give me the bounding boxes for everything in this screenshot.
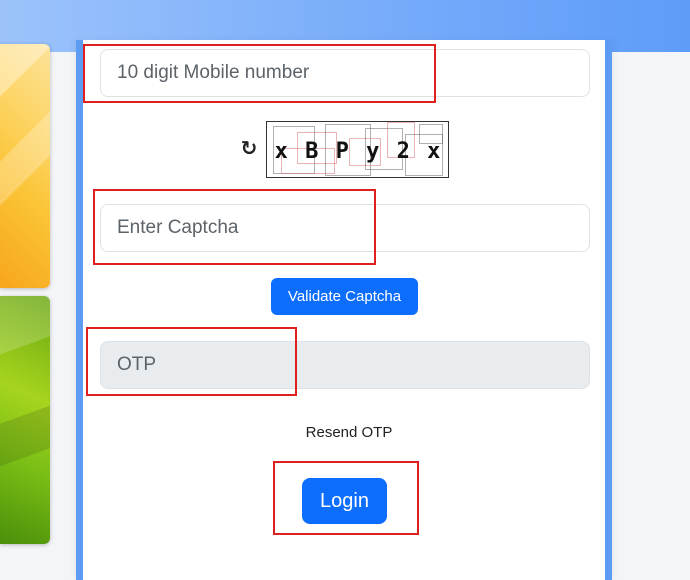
refresh-icon[interactable]: ↻	[238, 136, 260, 160]
captcha-image: x B P y 2 x	[266, 121, 449, 178]
resend-otp-link[interactable]: Resend OTP	[249, 424, 449, 441]
validate-captcha-button[interactable]: Validate Captcha	[271, 278, 418, 315]
highlight-box-otp	[86, 327, 297, 396]
side-card-green[interactable]	[0, 296, 50, 544]
highlight-box-login	[273, 461, 419, 535]
highlight-box-captcha	[93, 189, 376, 265]
highlight-box-mobile	[83, 44, 436, 103]
captcha-code: x B P y 2 x	[274, 138, 443, 164]
side-card-yellow[interactable]	[0, 44, 50, 288]
